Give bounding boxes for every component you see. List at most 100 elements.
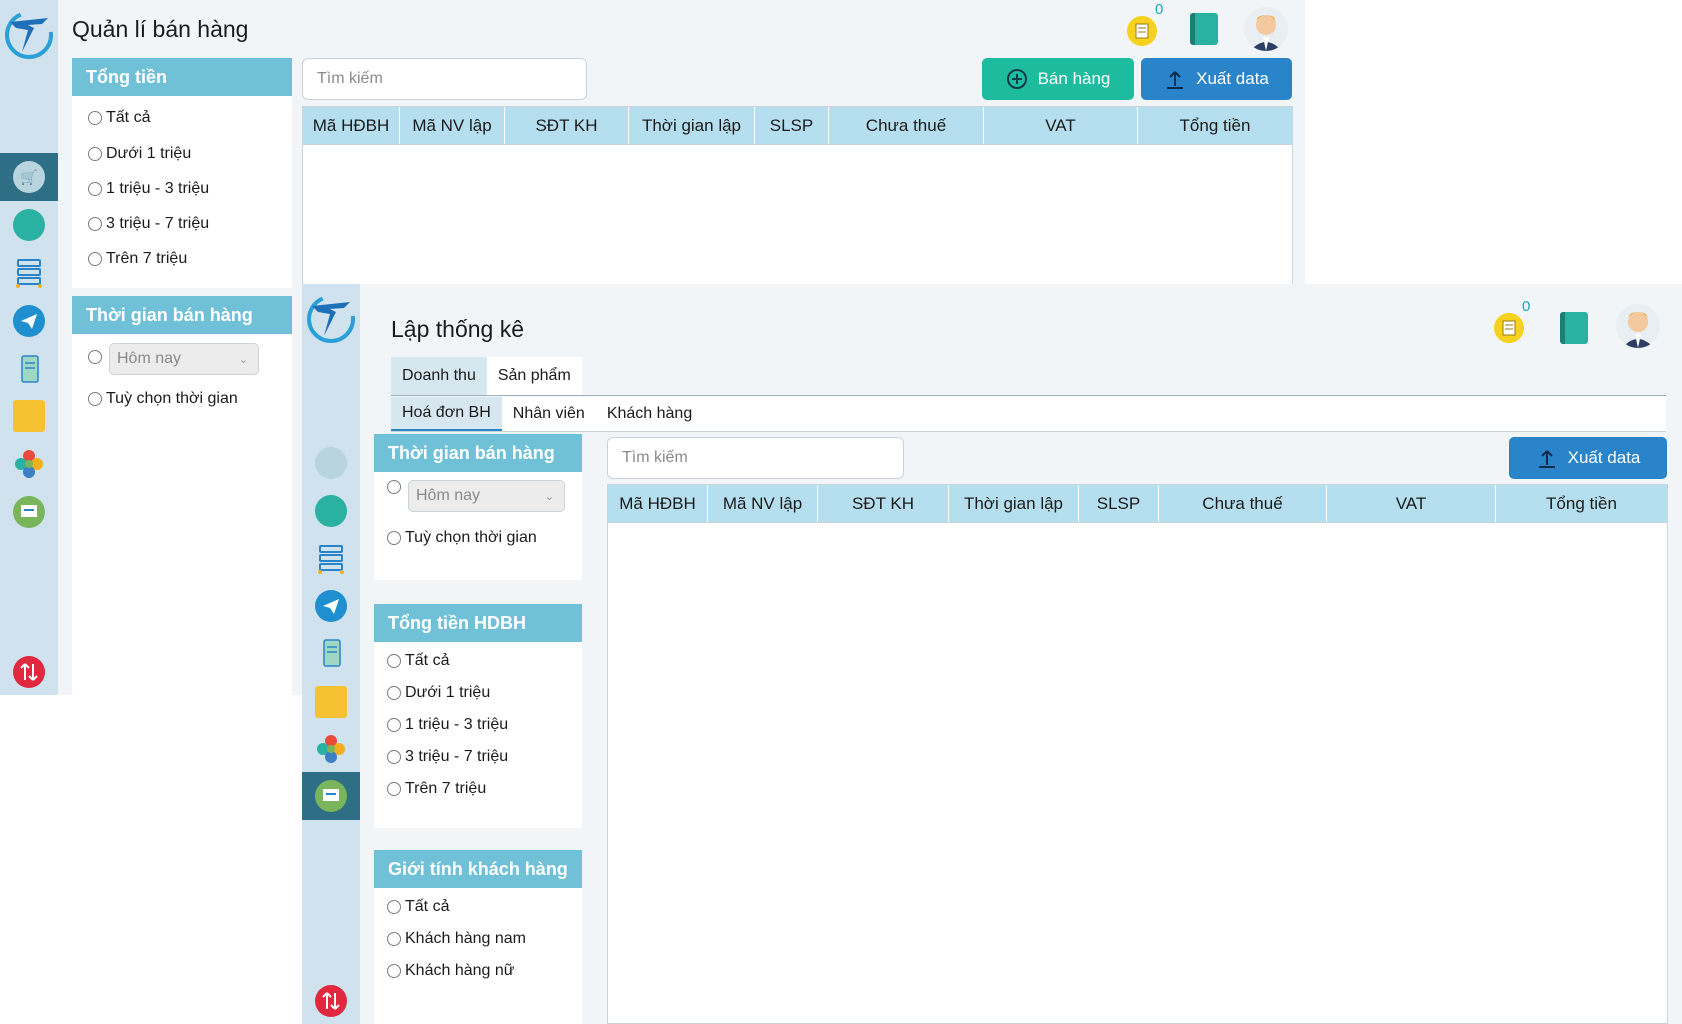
radio-button[interactable] (88, 111, 102, 125)
tab-revenue[interactable]: Doanh thu (391, 357, 487, 395)
filter-total-header: Tổng tiền (72, 58, 292, 96)
column-header[interactable]: SĐT KH (505, 107, 629, 144)
filter-time-today[interactable] (387, 480, 405, 494)
avatar-icon[interactable] (1244, 7, 1288, 51)
cart-icon[interactable] (315, 447, 347, 479)
filter-time-today[interactable] (88, 350, 106, 364)
column-header[interactable]: Chưa thuế (829, 107, 984, 144)
time-select[interactable]: Hôm nay ⌄ (408, 480, 565, 512)
filter-total-option[interactable]: 1 triệu - 3 triệu (387, 716, 508, 734)
table-header: Mã HĐBH Mã NV lập SĐT KH Thời gian lập S… (608, 485, 1667, 523)
radio-button[interactable] (88, 392, 102, 406)
column-header[interactable]: SLSP (1079, 485, 1159, 522)
search-input[interactable] (607, 437, 904, 479)
column-header[interactable]: Thời gian lập (629, 107, 755, 144)
chart-board-icon[interactable] (13, 496, 45, 528)
brand-logo-icon[interactable] (4, 8, 54, 60)
plus-circle-icon (1006, 68, 1028, 90)
radio-button[interactable] (387, 782, 401, 796)
column-header[interactable]: Mã NV lập (400, 107, 505, 144)
receipt-icon[interactable] (315, 637, 347, 669)
column-header[interactable]: Thời gian lập (949, 485, 1079, 522)
radio-button[interactable] (88, 252, 102, 266)
send-icon[interactable] (13, 305, 45, 337)
note-icon[interactable] (13, 400, 45, 432)
filter-gender-option[interactable]: Khách hàng nữ (387, 962, 514, 980)
avatar-icon[interactable] (1616, 304, 1660, 348)
tab-products[interactable]: Sản phẩm (486, 357, 582, 395)
send-icon[interactable] (315, 590, 347, 622)
column-header[interactable]: Tổng tiền (1496, 485, 1667, 522)
note-icon[interactable] (315, 686, 347, 718)
sell-button[interactable]: Bán hàng (982, 58, 1134, 100)
column-header[interactable]: Chưa thuế (1159, 485, 1327, 522)
filter-time-custom[interactable]: Tuỳ chọn thời gian (387, 529, 537, 547)
filter-total-option[interactable]: 1 triệu - 3 triệu (88, 180, 209, 198)
filter-total-option[interactable]: 3 triệu - 7 triệu (387, 748, 508, 766)
radio-button[interactable] (387, 654, 401, 668)
filter-time-custom[interactable]: Tuỳ chọn thời gian (88, 390, 238, 408)
column-header[interactable]: VAT (1327, 485, 1496, 522)
report-icon[interactable] (315, 495, 347, 527)
tab-employees[interactable]: Nhân viên (502, 397, 596, 431)
swap-icon[interactable] (315, 985, 347, 1017)
tab-divider (391, 395, 1666, 396)
filter-time-header: Thời gian bán hàng (374, 434, 582, 472)
receipt-icon[interactable] (13, 353, 45, 385)
column-header[interactable]: VAT (984, 107, 1138, 144)
sidebar: 🛒 (0, 0, 58, 695)
filter-gender-option[interactable]: Tất cả (387, 898, 449, 916)
notification-icon[interactable] (1127, 16, 1157, 46)
category-icon[interactable] (13, 448, 45, 480)
column-header[interactable]: Mã HĐBH (303, 107, 400, 144)
export-button[interactable]: Xuất data (1509, 437, 1667, 479)
column-header[interactable]: SLSP (755, 107, 829, 144)
filter-gender-header: Giới tính khách hàng (374, 850, 582, 888)
search-input[interactable] (302, 58, 587, 100)
column-header[interactable]: Mã NV lập (708, 485, 818, 522)
radio-button[interactable] (387, 750, 401, 764)
radio-button[interactable] (88, 182, 102, 196)
radio-button[interactable] (387, 964, 401, 978)
swap-icon[interactable] (13, 656, 45, 688)
radio-button[interactable] (387, 480, 401, 494)
sidebar-item-cart-active[interactable]: 🛒 (0, 153, 58, 201)
tab-sales-invoice[interactable]: Hoá đơn BH (391, 397, 502, 431)
radio-button[interactable] (88, 217, 102, 231)
list-icon[interactable] (315, 542, 347, 574)
column-header[interactable]: Tổng tiền (1138, 107, 1292, 144)
column-header[interactable]: SĐT KH (818, 485, 949, 522)
radio-button[interactable] (88, 147, 102, 161)
report-icon[interactable] (13, 209, 45, 241)
filter-total-option[interactable]: 3 triệu - 7 triệu (88, 215, 209, 233)
contacts-icon[interactable] (1560, 312, 1588, 344)
radio-button[interactable] (387, 531, 401, 545)
chevron-down-icon: ⌄ (238, 353, 248, 366)
time-select[interactable]: Hôm nay ⌄ (109, 343, 259, 375)
radio-button[interactable] (387, 900, 401, 914)
column-header[interactable]: Mã HĐBH (608, 485, 708, 522)
list-icon[interactable] (13, 256, 45, 288)
filter-time-header: Thời gian bán hàng (72, 296, 292, 334)
upload-icon (1536, 447, 1558, 469)
category-icon[interactable] (315, 733, 347, 765)
radio-button[interactable] (387, 932, 401, 946)
export-button[interactable]: Xuất data (1141, 58, 1292, 100)
filter-total-option[interactable]: Tất cả (88, 109, 150, 127)
tab-customers[interactable]: Khách hàng (596, 397, 703, 431)
filter-gender-option[interactable]: Khách hàng nam (387, 930, 526, 948)
radio-button[interactable] (387, 686, 401, 700)
table-header: Mã HĐBH Mã NV lập SĐT KH Thời gian lập S… (303, 107, 1292, 145)
filter-total-option[interactable]: Dưới 1 triệu (88, 145, 191, 163)
contacts-icon[interactable] (1190, 13, 1218, 45)
filter-total-option[interactable]: Trên 7 triệu (88, 250, 187, 268)
filter-total-header: Tổng tiền HDBH (374, 604, 582, 642)
filter-total-option[interactable]: Dưới 1 triệu (387, 684, 490, 702)
filter-total-option[interactable]: Tất cả (387, 652, 449, 670)
brand-logo-icon[interactable] (306, 292, 356, 344)
radio-button[interactable] (387, 718, 401, 732)
filter-total-option[interactable]: Trên 7 triệu (387, 780, 486, 798)
notification-icon[interactable] (1494, 313, 1524, 343)
radio-button[interactable] (88, 350, 102, 364)
sidebar-item-statistics-active[interactable] (302, 772, 360, 820)
